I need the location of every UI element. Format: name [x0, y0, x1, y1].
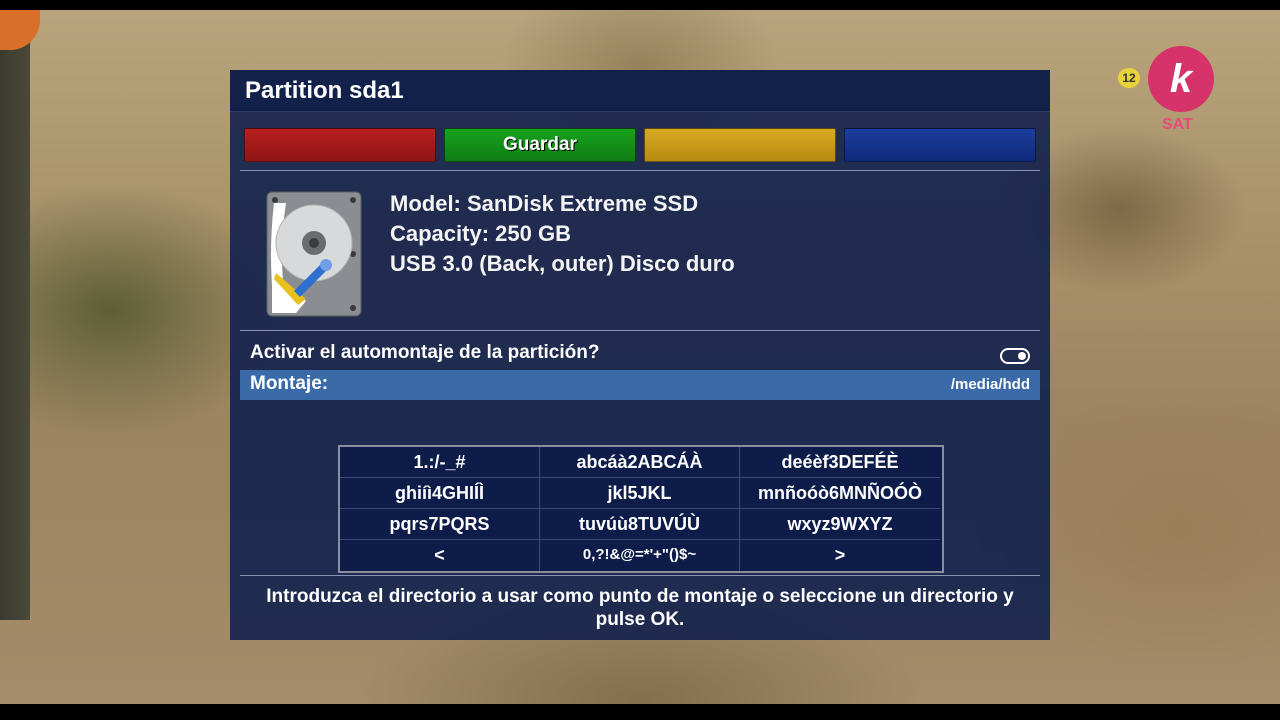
keyboard-key[interactable]: 1.:/-_#	[340, 447, 540, 478]
keyboard-key[interactable]: wxyz9WXYZ	[740, 509, 940, 540]
dialog-title: Partition sda1	[230, 70, 1050, 112]
keyboard-key[interactable]: mnñoóò6MNÑOÓÒ	[740, 478, 940, 509]
automount-label: Activar el automontaje de la partición?	[250, 342, 600, 363]
partition-dialog: Partition sda1 Guardar Model: SanDisk Ex…	[230, 70, 1050, 640]
help-text: Introduzca el directorio a usar como pun…	[266, 586, 1014, 630]
letterbox-bottom	[0, 704, 1280, 720]
age-rating-badge: 12	[1118, 68, 1140, 88]
toggle-knob	[1018, 352, 1026, 360]
mount-row[interactable]: Montaje: /media/hdd	[240, 370, 1040, 400]
channel-logo-sub: SAT	[1162, 116, 1193, 133]
keyboard-key[interactable]: tuvúù8TUVÚÙ	[540, 509, 740, 540]
divider	[240, 575, 1040, 576]
keyboard-key[interactable]: pqrs7PQRS	[340, 509, 540, 540]
keyboard-key[interactable]: deéèf3DEFÉÈ	[740, 447, 940, 478]
automount-toggle[interactable]	[1000, 348, 1030, 364]
keyboard-key-right[interactable]: >	[740, 540, 940, 571]
red-button[interactable]	[244, 128, 436, 162]
virtual-keyboard: 1.:/-_# abcáà2ABCÁÀ deéèf3DEFÉÈ ghiíì4GH…	[338, 445, 944, 573]
keyboard-key[interactable]: ghiíì4GHIÍÌ	[340, 478, 540, 509]
mount-value: /media/hdd	[950, 376, 1030, 393]
keyboard-key[interactable]: jkl5JKL	[540, 478, 740, 509]
keyboard-key-symbols[interactable]: 0,?!&@=*'+"()$~	[540, 540, 740, 571]
yellow-button[interactable]	[644, 128, 836, 162]
blue-button[interactable]	[844, 128, 1036, 162]
hard-disk-icon	[266, 191, 362, 317]
device-connection: USB 3.0 (Back, outer) Disco duro	[390, 251, 735, 276]
keyboard-key[interactable]: abcáà2ABCÁÀ	[540, 447, 740, 478]
background-figure	[0, 10, 30, 620]
device-model: Model: SanDisk Extreme SSD	[390, 191, 699, 216]
device-capacity: Capacity: 250 GB	[390, 221, 571, 246]
divider	[240, 330, 1040, 331]
divider	[240, 170, 1040, 171]
keyboard-key-left[interactable]: <	[340, 540, 540, 571]
mount-label: Montaje:	[250, 373, 329, 394]
channel-logo: k	[1148, 46, 1214, 112]
save-button[interactable]: Guardar	[444, 128, 636, 162]
